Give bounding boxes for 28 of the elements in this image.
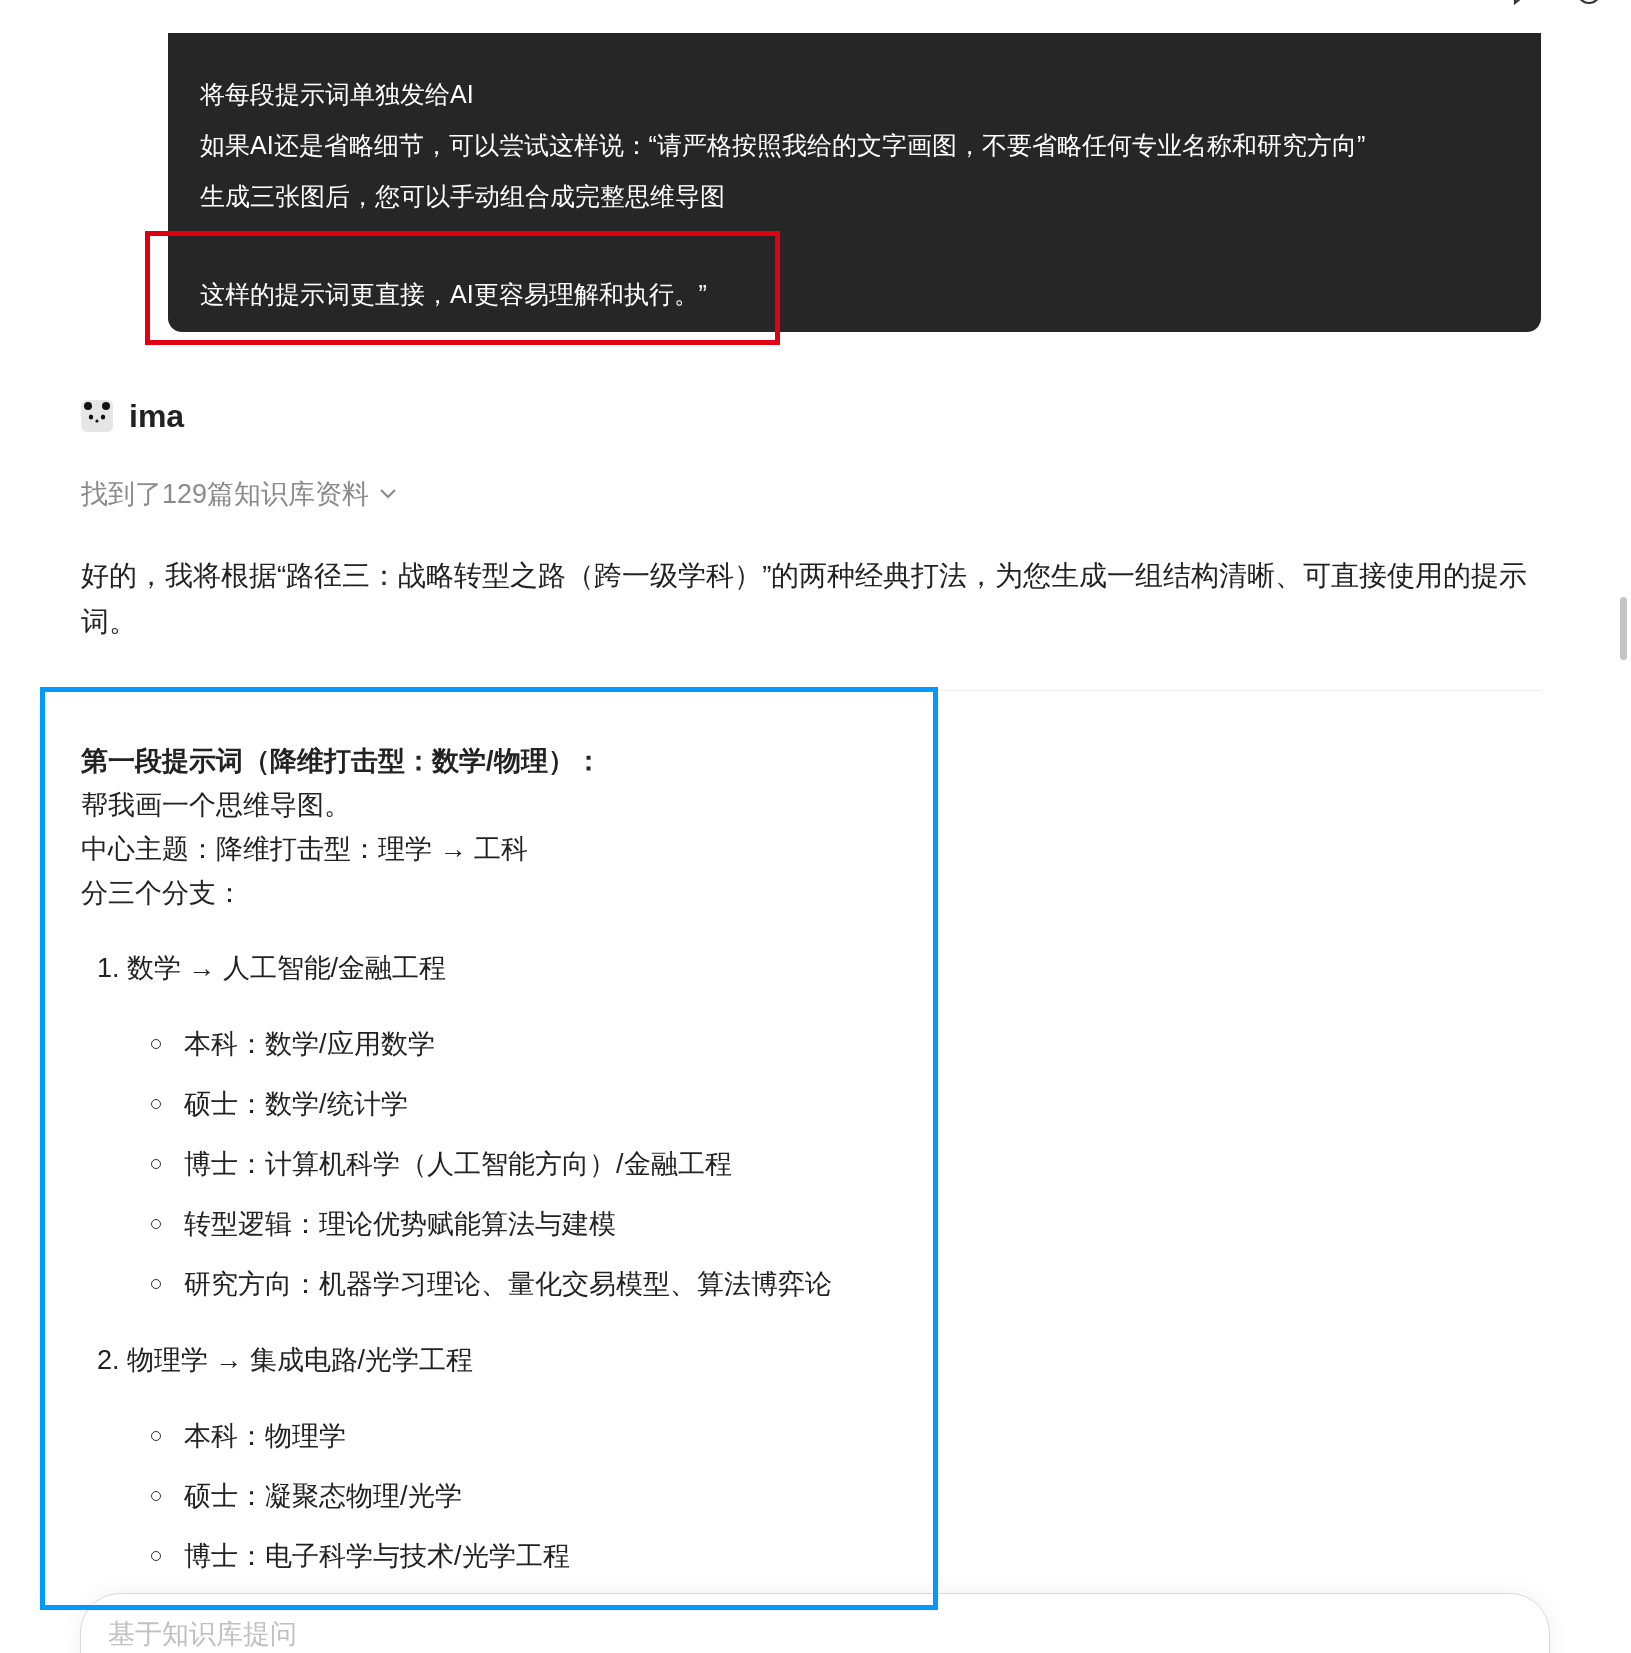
branch-item: 研究方向：机器学习理论、量化交易模型、算法博弈论 (184, 1267, 832, 1301)
intro-paragraph: 好的，我将根据“路径三：战略转型之路（跨一级学科）”的两种经典打法，为您生成一组结构清晰、可直接使用的提示词。 (81, 558, 1529, 639)
list-number: 2. (97, 1343, 120, 1377)
branch-title: 数学 → 人工智能/金融工程 (126, 951, 447, 985)
message-line: 将每段提示词单独发给AI (200, 79, 475, 110)
question-field[interactable]: 基于知识库提问 (108, 1619, 1522, 1649)
prompt-heading: 第一段提示词（降维打击型：数学/物理）： (81, 744, 603, 778)
question-input[interactable]: 基于知识库提问 (80, 1593, 1550, 1653)
prompt-line: 中心主题：降维打击型：理学 → 工科 (81, 832, 529, 866)
branch-item: 博士：计算机科学（人工智能方向）/金融工程 (184, 1147, 732, 1181)
message-line: 这样的提示词更直接，AI更容易理解和执行。” (200, 279, 708, 310)
sources-toggle[interactable]: 找到了129篇知识库资料 (81, 474, 398, 515)
branch-item: 本科：物理学 (184, 1419, 346, 1453)
branch-item: 博士：电子科学与技术/光学工程 (184, 1539, 570, 1573)
branch-title: 物理学 → 集成电路/光学工程 (126, 1343, 474, 1377)
branch-item: 硕士：数学/统计学 (184, 1087, 408, 1121)
panda-avatar-icon (81, 400, 113, 432)
message-line: 如果AI还是省略细节，可以尝试这样说：“请严格按照我给的文字画图，不要省略任何专业名称和研究方向” (200, 130, 1367, 161)
chevron-icon (379, 488, 398, 501)
message-line: 生成三张图后，您可以手动组合成完整思维导图 (200, 181, 726, 212)
prompt-line: 帮我画一个思维导图。 (81, 788, 352, 822)
assistant-name: ima (129, 397, 185, 436)
prompt-line: 分三个分支： (81, 876, 244, 910)
branch-item: 转型逻辑：理论优势赋能算法与建模 (184, 1207, 616, 1241)
scrollbar-thumb[interactable] (1620, 597, 1627, 660)
branch-item: 硕士：凝聚态物理/光学 (184, 1479, 462, 1513)
list-number: 1. (97, 951, 120, 985)
branch-item: 本科：数学/应用数学 (184, 1027, 435, 1061)
